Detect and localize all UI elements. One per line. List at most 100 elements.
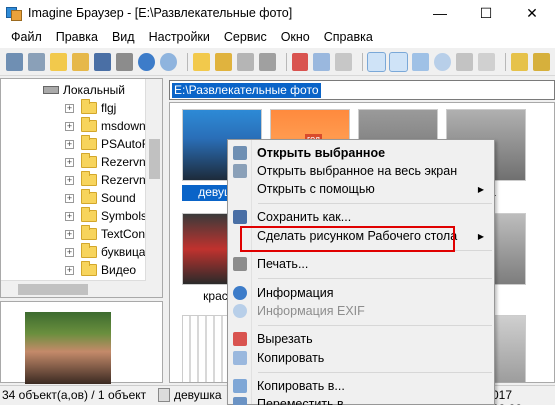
folder-back-icon[interactable]: [511, 52, 529, 71]
timer-icon[interactable]: [434, 52, 452, 71]
trash-icon[interactable]: [236, 52, 254, 71]
tree-item-folder[interactable]: + PSAutoR: [65, 135, 150, 153]
menu-item-move-to[interactable]: Переместить в...: [230, 394, 494, 405]
menu-item-save-as[interactable]: Сохранить как...: [230, 207, 494, 227]
menu-item-copy-to[interactable]: Копировать в...: [230, 376, 494, 396]
tree-item-drive[interactable]: Локальный: [27, 81, 125, 99]
menu-item-label: Копировать в...: [257, 379, 345, 393]
tree-expander[interactable]: +: [65, 193, 74, 203]
paste-icon[interactable]: [335, 52, 353, 71]
info-alt-icon: [233, 304, 247, 318]
tree-item-label: буквица: [101, 245, 146, 259]
menu-item-print[interactable]: Печать...: [230, 254, 494, 274]
view-icon: [233, 164, 247, 178]
tree-vertical-scrollbar[interactable]: [145, 79, 162, 297]
menu-separator: [258, 325, 492, 326]
folder-open-icon[interactable]: [49, 52, 67, 71]
menu-separator: [258, 372, 492, 373]
tree-item-folder[interactable]: + Rezervna: [65, 171, 152, 189]
folder-up-icon[interactable]: [71, 52, 89, 71]
tree-expander[interactable]: +: [65, 211, 74, 221]
menu-item-info[interactable]: Информация: [230, 283, 494, 303]
menu-item-label: Информация: [257, 286, 334, 300]
menu-help[interactable]: Справка: [317, 26, 380, 48]
title-bar: Imagine Браузер - [E:\Развлекательные фо…: [0, 0, 555, 26]
settings-icon[interactable]: [258, 52, 276, 71]
tree-expander[interactable]: +: [65, 139, 74, 149]
submenu-arrow-icon: ▶: [477, 184, 484, 194]
tree-item-folder[interactable]: + msdown: [65, 117, 146, 135]
menu-item-label: Вырезать: [257, 332, 313, 346]
tree-expander[interactable]: +: [65, 157, 74, 167]
tree-item-folder[interactable]: + Видео: [65, 261, 136, 279]
print-icon: [233, 257, 247, 271]
list-icon[interactable]: [456, 52, 474, 71]
tree-expander[interactable]: +: [65, 229, 74, 239]
folder-forward-icon[interactable]: [533, 52, 551, 71]
tree-expander[interactable]: +: [65, 247, 74, 257]
move-to-icon: [233, 397, 247, 405]
maximize-button[interactable]: ☐: [463, 0, 509, 26]
drive-icon: [43, 86, 59, 94]
folder-new-icon[interactable]: [192, 52, 210, 71]
list-alt-icon[interactable]: [478, 52, 496, 71]
menu-item-copy[interactable]: Копировать: [230, 348, 494, 368]
menu-file[interactable]: Файл: [4, 26, 49, 48]
preview-image: [25, 312, 111, 384]
tree-item-label: Видео: [101, 263, 137, 277]
folder-icon: [81, 207, 97, 222]
tree-expander[interactable]: +: [65, 121, 74, 131]
menu-item-open-with[interactable]: Открыть с помощью ▶: [230, 179, 494, 199]
view-icon[interactable]: [27, 52, 45, 71]
menu-window[interactable]: Окно: [274, 26, 317, 48]
status-file: девушка: [158, 388, 222, 402]
menu-item-open-selected[interactable]: Открыть выбранное: [230, 143, 494, 163]
tree-horizontal-scrollbar[interactable]: [1, 280, 146, 297]
menu-item-label: Копировать: [257, 351, 325, 365]
info-icon[interactable]: [137, 52, 155, 71]
status-file-name: девушка: [174, 388, 222, 402]
tree-item-folder[interactable]: + Symbols: [65, 207, 147, 225]
menu-item-open-fullscreen[interactable]: Открыть выбранное на весь экран: [230, 161, 494, 181]
copy-icon[interactable]: [313, 52, 331, 71]
menu-edit[interactable]: Правка: [49, 26, 105, 48]
menu-settings[interactable]: Настройки: [142, 26, 217, 48]
menu-separator: [258, 278, 492, 279]
minimize-button[interactable]: —: [417, 0, 463, 26]
tree-expander[interactable]: +: [65, 175, 74, 185]
tree-expander[interactable]: +: [65, 103, 74, 113]
slideshow-icon[interactable]: [412, 52, 430, 71]
menu-item-exif-info[interactable]: Информация EXIF: [230, 301, 494, 321]
details-icon[interactable]: [389, 51, 409, 72]
tree-item-folder[interactable]: + Rezervna: [65, 153, 152, 171]
scroll-thumb[interactable]: [18, 284, 88, 295]
tree-item-folder[interactable]: + Sound: [65, 189, 136, 207]
tree-item-label: flgj: [101, 101, 117, 115]
menu-service[interactable]: Сервис: [217, 26, 274, 48]
print-icon[interactable]: [115, 52, 133, 71]
context-menu: Открыть выбранное Открыть выбранное на в…: [227, 139, 495, 405]
tree-expander[interactable]: +: [65, 265, 74, 275]
tree-item-label: Локальный: [63, 83, 125, 97]
tree-item-label: TextCont: [101, 227, 149, 241]
save-icon[interactable]: [93, 52, 111, 71]
scroll-thumb[interactable]: [149, 139, 160, 179]
tree-item-label: Sound: [101, 191, 136, 205]
menu-view[interactable]: Вид: [105, 26, 142, 48]
close-button[interactable]: ✕: [509, 0, 555, 26]
toolbar-separator: [285, 52, 287, 71]
path-field[interactable]: E:\Развлекательные фото: [169, 80, 555, 100]
eye-icon[interactable]: [6, 52, 23, 71]
folder-move-icon[interactable]: [214, 52, 232, 71]
app-icon: [6, 5, 22, 21]
tree-item-folder[interactable]: + TextCont: [65, 225, 148, 243]
menu-item-label: Сохранить как...: [257, 210, 352, 224]
info-alt-icon[interactable]: [159, 52, 177, 71]
tree-item-folder[interactable]: + flgj: [65, 99, 116, 117]
menu-item-cut[interactable]: Вырезать: [230, 329, 494, 349]
thumbnails-icon[interactable]: [367, 51, 387, 72]
menu-item-label: Информация EXIF: [257, 304, 365, 318]
cut-icon[interactable]: [291, 52, 309, 71]
tree-item-folder[interactable]: + буквица: [65, 243, 145, 261]
menu-item-label: Открыть с помощью: [257, 182, 375, 196]
